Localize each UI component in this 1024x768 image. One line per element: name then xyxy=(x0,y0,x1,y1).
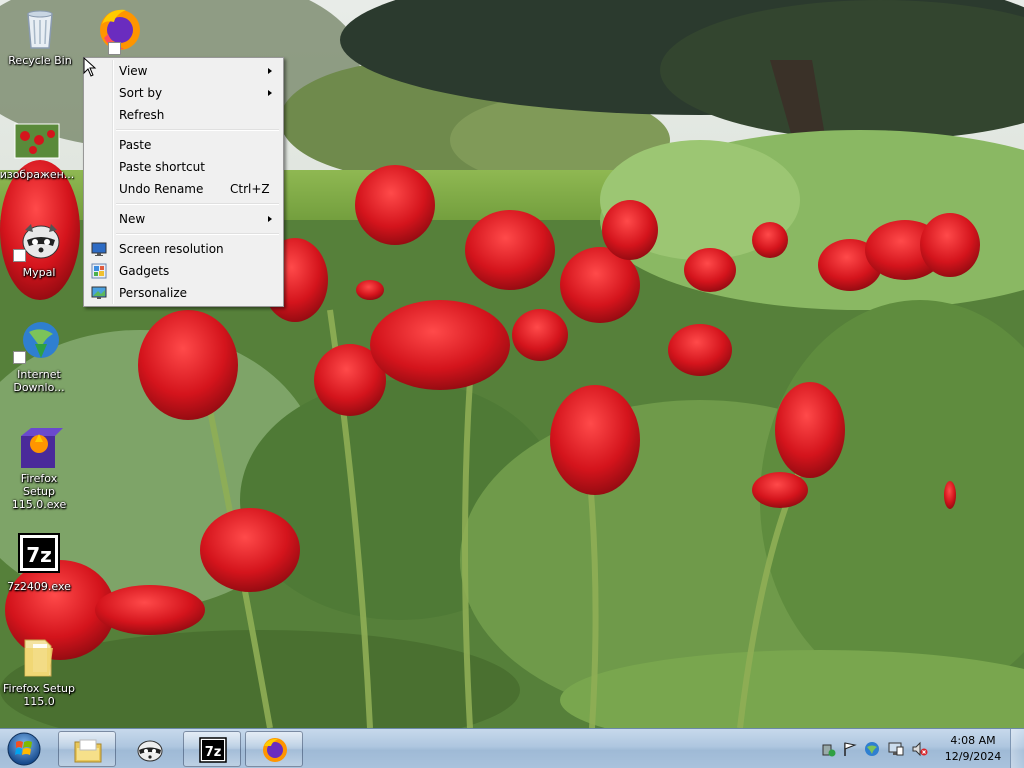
menu-item-gadgets[interactable]: Gadgets xyxy=(86,260,281,282)
desktop-icon-label: Recycle Bin xyxy=(8,54,72,67)
menu-item-label: View xyxy=(119,64,148,78)
desktop-icon-label: изображен... xyxy=(0,168,75,181)
mouse-cursor-icon xyxy=(83,57,97,77)
menu-item-sort-by[interactable]: Sort by xyxy=(86,82,281,104)
desktop-icon-image[interactable]: изображен... xyxy=(0,118,77,181)
menu-item-paste-shortcut[interactable]: Paste shortcut xyxy=(86,156,281,178)
desktop-icon-firefox[interactable] xyxy=(78,4,158,55)
display-icon[interactable] xyxy=(888,741,904,757)
submenu-arrow-icon xyxy=(268,216,272,222)
desktop-icon-7zip[interactable]: 7z 7z2409.exe xyxy=(0,530,79,593)
desktop-icon-label: Internet Downlo... xyxy=(13,368,65,394)
menu-item-shortcut: Ctrl+Z xyxy=(230,182,270,196)
menu-item-label: Screen resolution xyxy=(119,242,224,256)
menu-separator xyxy=(116,200,281,208)
show-desktop-button[interactable] xyxy=(1010,729,1024,768)
firefox-icon xyxy=(263,738,287,762)
shortcut-arrow-icon xyxy=(13,249,26,262)
menu-separator xyxy=(116,230,281,238)
personalize-icon xyxy=(91,286,107,299)
volume-muted-icon[interactable] xyxy=(912,741,928,757)
desktop-icon-internet-download-manager[interactable]: Internet Downlo... xyxy=(0,318,79,394)
desktop-icon-firefox-setup-exe[interactable]: Firefox Setup 115.0.exe xyxy=(0,422,79,511)
shortcut-arrow-icon xyxy=(13,351,26,364)
taskbar-button-firefox[interactable] xyxy=(245,731,303,767)
desktop-icon-label: 7z2409.exe xyxy=(7,580,71,593)
svg-text:7z: 7z xyxy=(205,745,222,760)
recycle-bin-icon xyxy=(16,4,64,52)
installer-box-icon xyxy=(15,422,63,470)
clock-date: 12/9/2024 xyxy=(944,750,1002,763)
gadgets-icon xyxy=(91,263,107,279)
desktop-icon-label: Firefox Setup 115.0 xyxy=(3,682,75,708)
firefox-icon xyxy=(94,4,142,55)
taskbar-button-7zip[interactable]: 7z xyxy=(183,731,241,767)
taskbar: 7z 4:08 AM 12/9/2024 xyxy=(0,728,1024,768)
svg-text:7z: 7z xyxy=(26,543,52,567)
menu-item-view[interactable]: View xyxy=(86,60,281,82)
mypal-raccoon-icon xyxy=(13,216,63,264)
menu-item-label: New xyxy=(119,212,146,226)
menu-item-label: Sort by xyxy=(119,86,163,100)
clock-time: 4:08 AM xyxy=(950,734,996,747)
monitor-icon xyxy=(91,242,107,256)
menu-item-label: Undo Rename xyxy=(119,182,204,196)
mypal-raccoon-icon xyxy=(137,740,163,762)
shortcut-arrow-icon xyxy=(108,42,121,55)
taskbar-button-mypal[interactable] xyxy=(120,731,178,767)
desktop-icon-label: Firefox Setup 115.0.exe xyxy=(11,472,67,511)
menu-item-label: Paste xyxy=(119,138,152,152)
safely-remove-icon[interactable] xyxy=(820,741,836,757)
network-globe-icon[interactable] xyxy=(864,741,880,757)
menu-item-personalize[interactable]: Personalize xyxy=(86,282,281,304)
internet-download-manager-icon xyxy=(13,318,63,366)
menu-item-label: Refresh xyxy=(119,108,165,122)
desktop-context-menu: View Sort by Refresh Paste Paste shortcu… xyxy=(83,57,284,307)
menu-item-paste[interactable]: Paste xyxy=(86,134,281,156)
submenu-arrow-icon xyxy=(268,68,272,74)
folder-icon xyxy=(15,632,63,680)
desktop-icon-recycle-bin[interactable]: Recycle Bin xyxy=(0,4,80,67)
taskbar-button-explorer[interactable] xyxy=(58,731,116,767)
menu-item-undo-rename[interactable]: Undo Rename Ctrl+Z xyxy=(86,178,281,200)
start-button[interactable] xyxy=(4,730,44,768)
desktop-icon-firefox-setup-folder[interactable]: Firefox Setup 115.0 xyxy=(0,632,79,708)
action-center-flag-icon[interactable] xyxy=(842,741,858,757)
menu-item-screen-resolution[interactable]: Screen resolution xyxy=(86,238,281,260)
menu-item-refresh[interactable]: Refresh xyxy=(86,104,281,126)
taskbar-clock[interactable]: 4:08 AM 12/9/2024 xyxy=(938,733,1008,765)
7zip-icon: 7z xyxy=(15,530,63,578)
desktop-icon-mypal[interactable]: Mypal xyxy=(0,216,79,279)
menu-item-new[interactable]: New xyxy=(86,208,281,230)
menu-item-label: Gadgets xyxy=(119,264,170,278)
start-orb-icon xyxy=(7,732,41,766)
desktop-icon-label: Mypal xyxy=(22,266,56,279)
7zip-icon: 7z xyxy=(199,737,227,763)
menu-separator xyxy=(116,126,281,134)
image-thumbnail-icon xyxy=(13,118,61,166)
menu-item-label: Personalize xyxy=(119,286,188,300)
file-explorer-icon xyxy=(74,739,102,763)
menu-item-label: Paste shortcut xyxy=(119,160,205,174)
submenu-arrow-icon xyxy=(268,90,272,96)
